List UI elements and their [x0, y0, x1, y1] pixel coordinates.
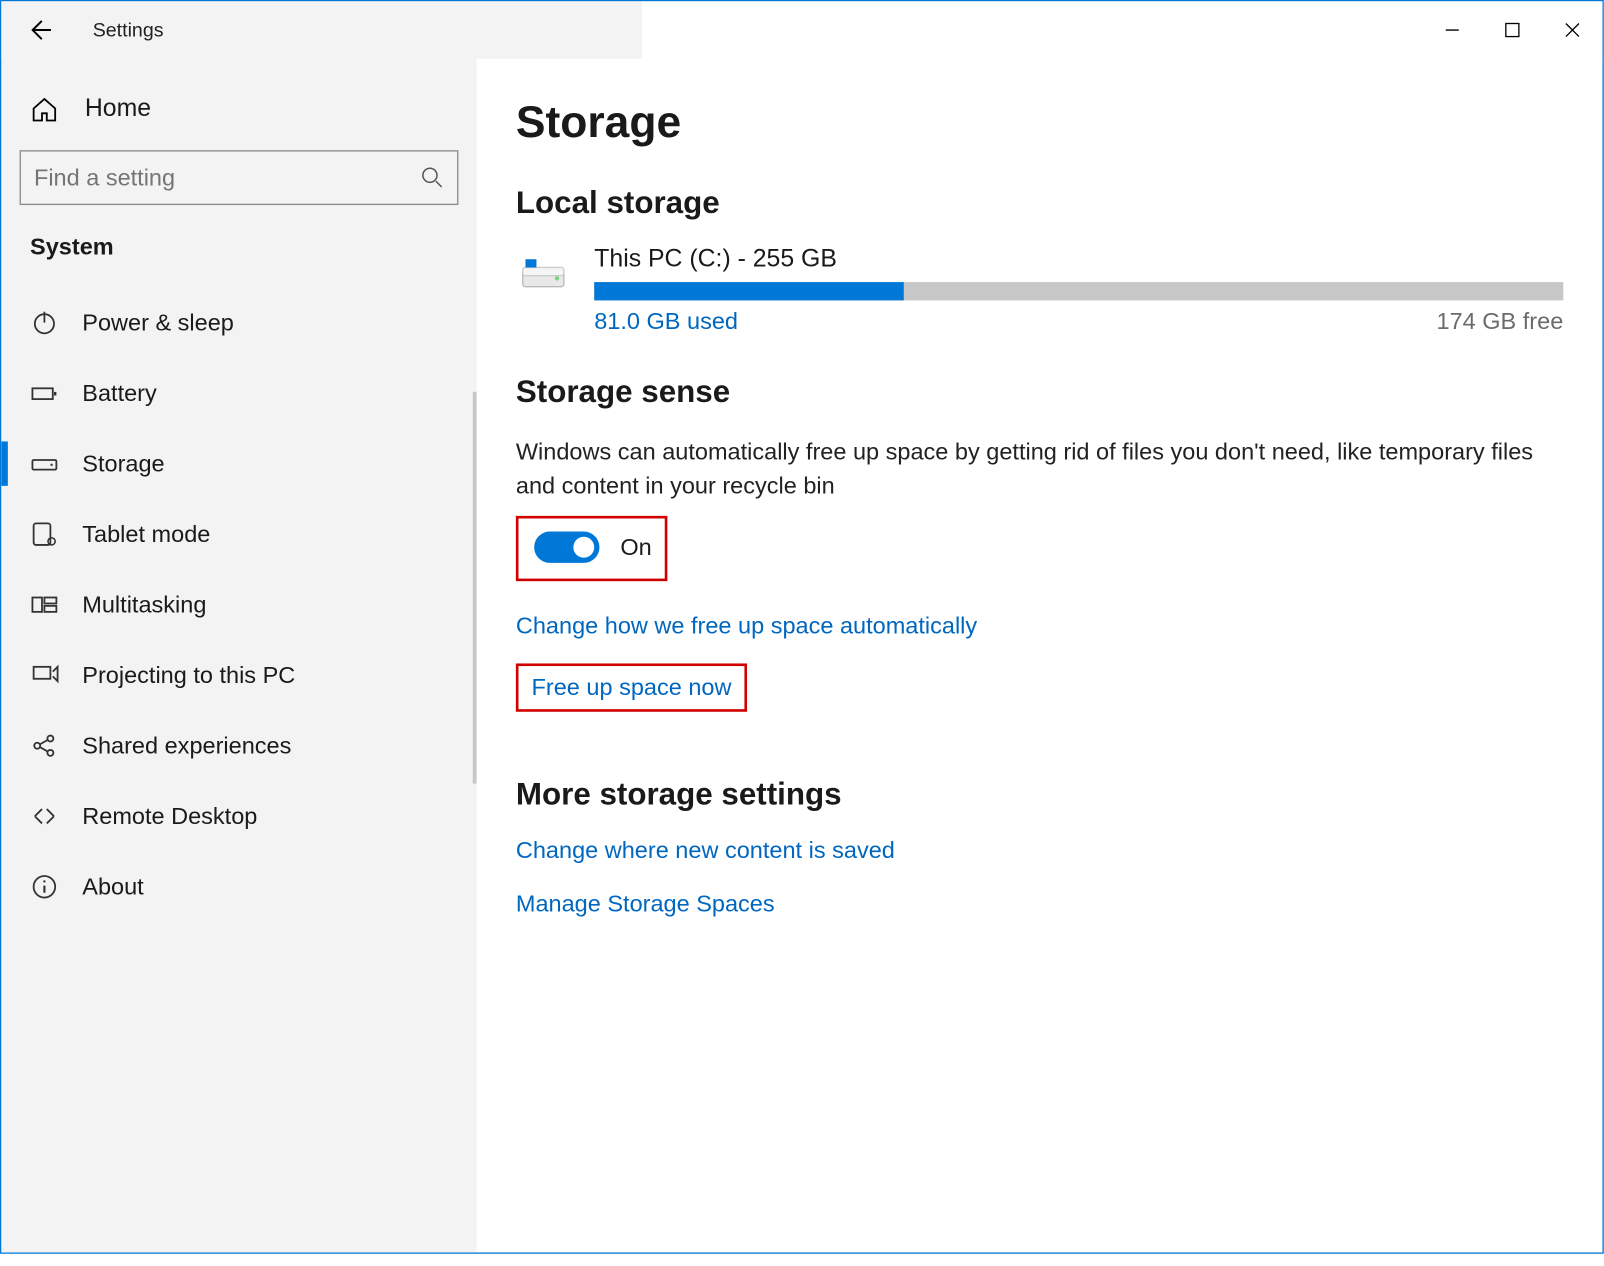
- multitask-icon: [30, 590, 59, 619]
- search-input-wrap[interactable]: [20, 150, 459, 205]
- info-icon: [30, 872, 59, 901]
- sidebar-item-tablet-mode[interactable]: Tablet mode: [1, 499, 476, 570]
- remotedesk-icon: [30, 802, 59, 831]
- sidebar-nav-scroll[interactable]: Focus assist Power & sleep Battery Storage T…: [1, 277, 476, 1253]
- sidebar-item-about[interactable]: About: [1, 852, 476, 923]
- sidebar-item-battery[interactable]: Battery: [1, 358, 476, 429]
- highlight-box-toggle: On: [516, 516, 668, 581]
- sidebar: Home System Focus assist Power & sleep Bat…: [1, 59, 476, 1253]
- sidebar-item-multitasking[interactable]: Multitasking: [1, 569, 476, 640]
- storage-sense-toggle[interactable]: [534, 532, 599, 563]
- battery-icon: [30, 379, 59, 408]
- sidebar-item-remote-desktop[interactable]: Remote Desktop: [1, 781, 476, 852]
- window-controls: [1422, 9, 1602, 51]
- sidebar-item-label: Power & sleep: [82, 309, 234, 336]
- local-storage-heading: Local storage: [516, 185, 1563, 222]
- drive-title: This PC (C:) - 255 GB: [594, 246, 1563, 275]
- drive-used-label: 81.0 GB used: [594, 308, 738, 335]
- scrollbar[interactable]: [473, 392, 477, 784]
- back-button[interactable]: [25, 16, 54, 45]
- page-title: Storage: [516, 98, 1563, 149]
- link-change-where-saved[interactable]: Change where new content is saved: [516, 837, 895, 864]
- content-pane: Storage Local storage This PC (C:) - 255…: [477, 59, 1603, 1253]
- power-icon: [30, 308, 59, 337]
- maximize-button[interactable]: [1482, 9, 1542, 51]
- share-icon: [30, 731, 59, 760]
- search-icon: [421, 166, 445, 190]
- link-change-auto[interactable]: Change how we free up space automaticall…: [516, 613, 977, 640]
- sidebar-item-label: Tablet mode: [82, 520, 210, 547]
- sidebar-item-shared-exp[interactable]: Shared experiences: [1, 710, 476, 781]
- drive-icon: [30, 449, 59, 478]
- drive-free-label: 174 GB free: [1437, 308, 1564, 335]
- sidebar-item-projecting[interactable]: Projecting to this PC: [1, 640, 476, 711]
- sidebar-item-label: Projecting to this PC: [82, 661, 295, 688]
- more-storage-heading: More storage settings: [516, 777, 1563, 814]
- home-icon: [30, 95, 59, 124]
- window-title: Settings: [93, 19, 164, 41]
- sidebar-item-focus-assist[interactable]: Focus assist: [1, 277, 476, 287]
- sidebar-item-label: Shared experiences: [82, 732, 291, 759]
- link-manage-storage-spaces[interactable]: Manage Storage Spaces: [516, 891, 775, 918]
- sidebar-item-label: About: [82, 873, 143, 900]
- project-icon: [30, 661, 59, 690]
- search-input[interactable]: [34, 164, 421, 191]
- highlight-box-free-now: Free up space now: [516, 664, 747, 712]
- minimize-button[interactable]: [1422, 9, 1482, 51]
- storage-sense-heading: Storage sense: [516, 375, 1563, 412]
- sidebar-home[interactable]: Home: [1, 82, 476, 150]
- storage-sense-toggle-label: On: [620, 534, 651, 561]
- storage-sense-description: Windows can automatically free up space …: [516, 435, 1563, 503]
- sidebar-home-label: Home: [85, 95, 151, 124]
- drive-usage-bar: [594, 282, 1563, 300]
- sidebar-item-label: Storage: [82, 450, 164, 477]
- sidebar-item-label: Battery: [82, 379, 156, 406]
- close-button[interactable]: [1542, 9, 1602, 51]
- sidebar-item-power-sleep[interactable]: Power & sleep: [1, 287, 476, 358]
- sidebar-section-title: System: [1, 229, 476, 277]
- sidebar-item-label: Remote Desktop: [82, 803, 257, 830]
- drive-row[interactable]: This PC (C:) - 255 GB 81.0 GB used 174 G…: [516, 246, 1563, 336]
- link-free-up-now[interactable]: Free up space now: [532, 674, 732, 701]
- sidebar-item-label: Multitasking: [82, 591, 206, 618]
- tablet-icon: [30, 520, 59, 549]
- disk-icon: [516, 246, 571, 301]
- sidebar-item-storage[interactable]: Storage: [1, 428, 476, 499]
- settings-window: Settings Home: [0, 0, 1604, 1254]
- titlebar: Settings: [1, 1, 1602, 58]
